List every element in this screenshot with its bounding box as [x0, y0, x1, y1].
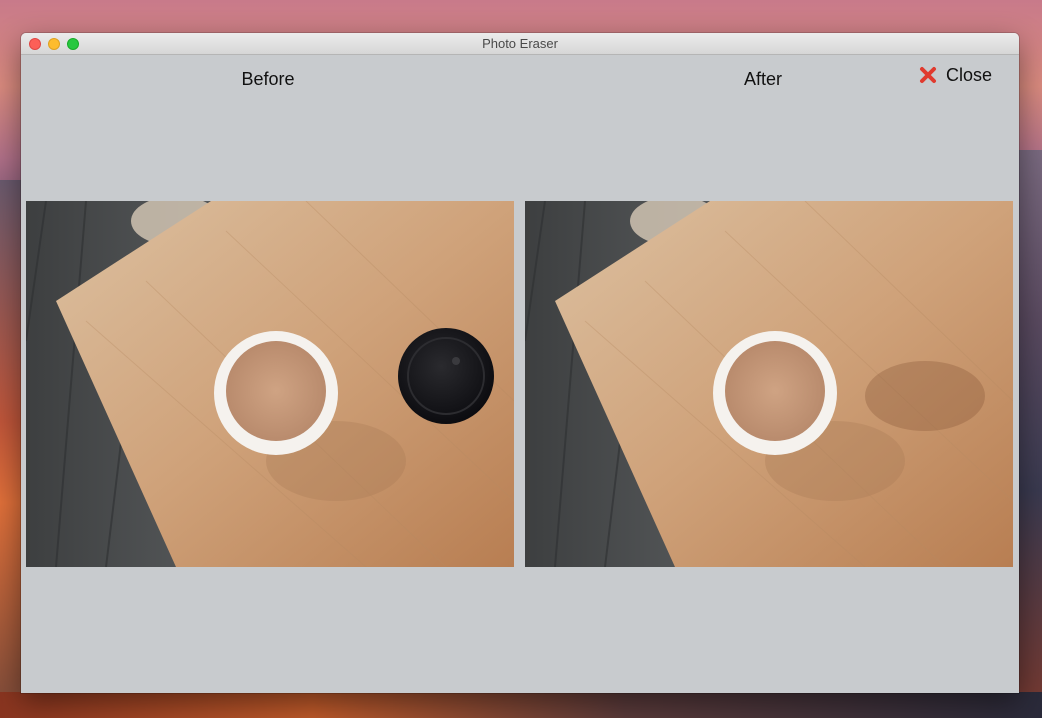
after-photo	[525, 201, 1013, 567]
x-icon	[920, 67, 936, 83]
title-bar[interactable]: Photo Eraser	[21, 33, 1019, 55]
desktop-wallpaper-right	[1018, 150, 1042, 718]
close-button-label: Close	[946, 64, 993, 85]
before-photo	[26, 201, 514, 567]
before-label: Before	[241, 69, 295, 89]
close-button[interactable]: Close	[919, 63, 992, 87]
window-title: Photo Eraser	[482, 36, 558, 51]
after-label: After	[743, 69, 782, 89]
desktop-wallpaper-bottom	[0, 692, 1042, 718]
photo-eraser-window: Photo Eraser Before After Close	[21, 33, 1019, 693]
